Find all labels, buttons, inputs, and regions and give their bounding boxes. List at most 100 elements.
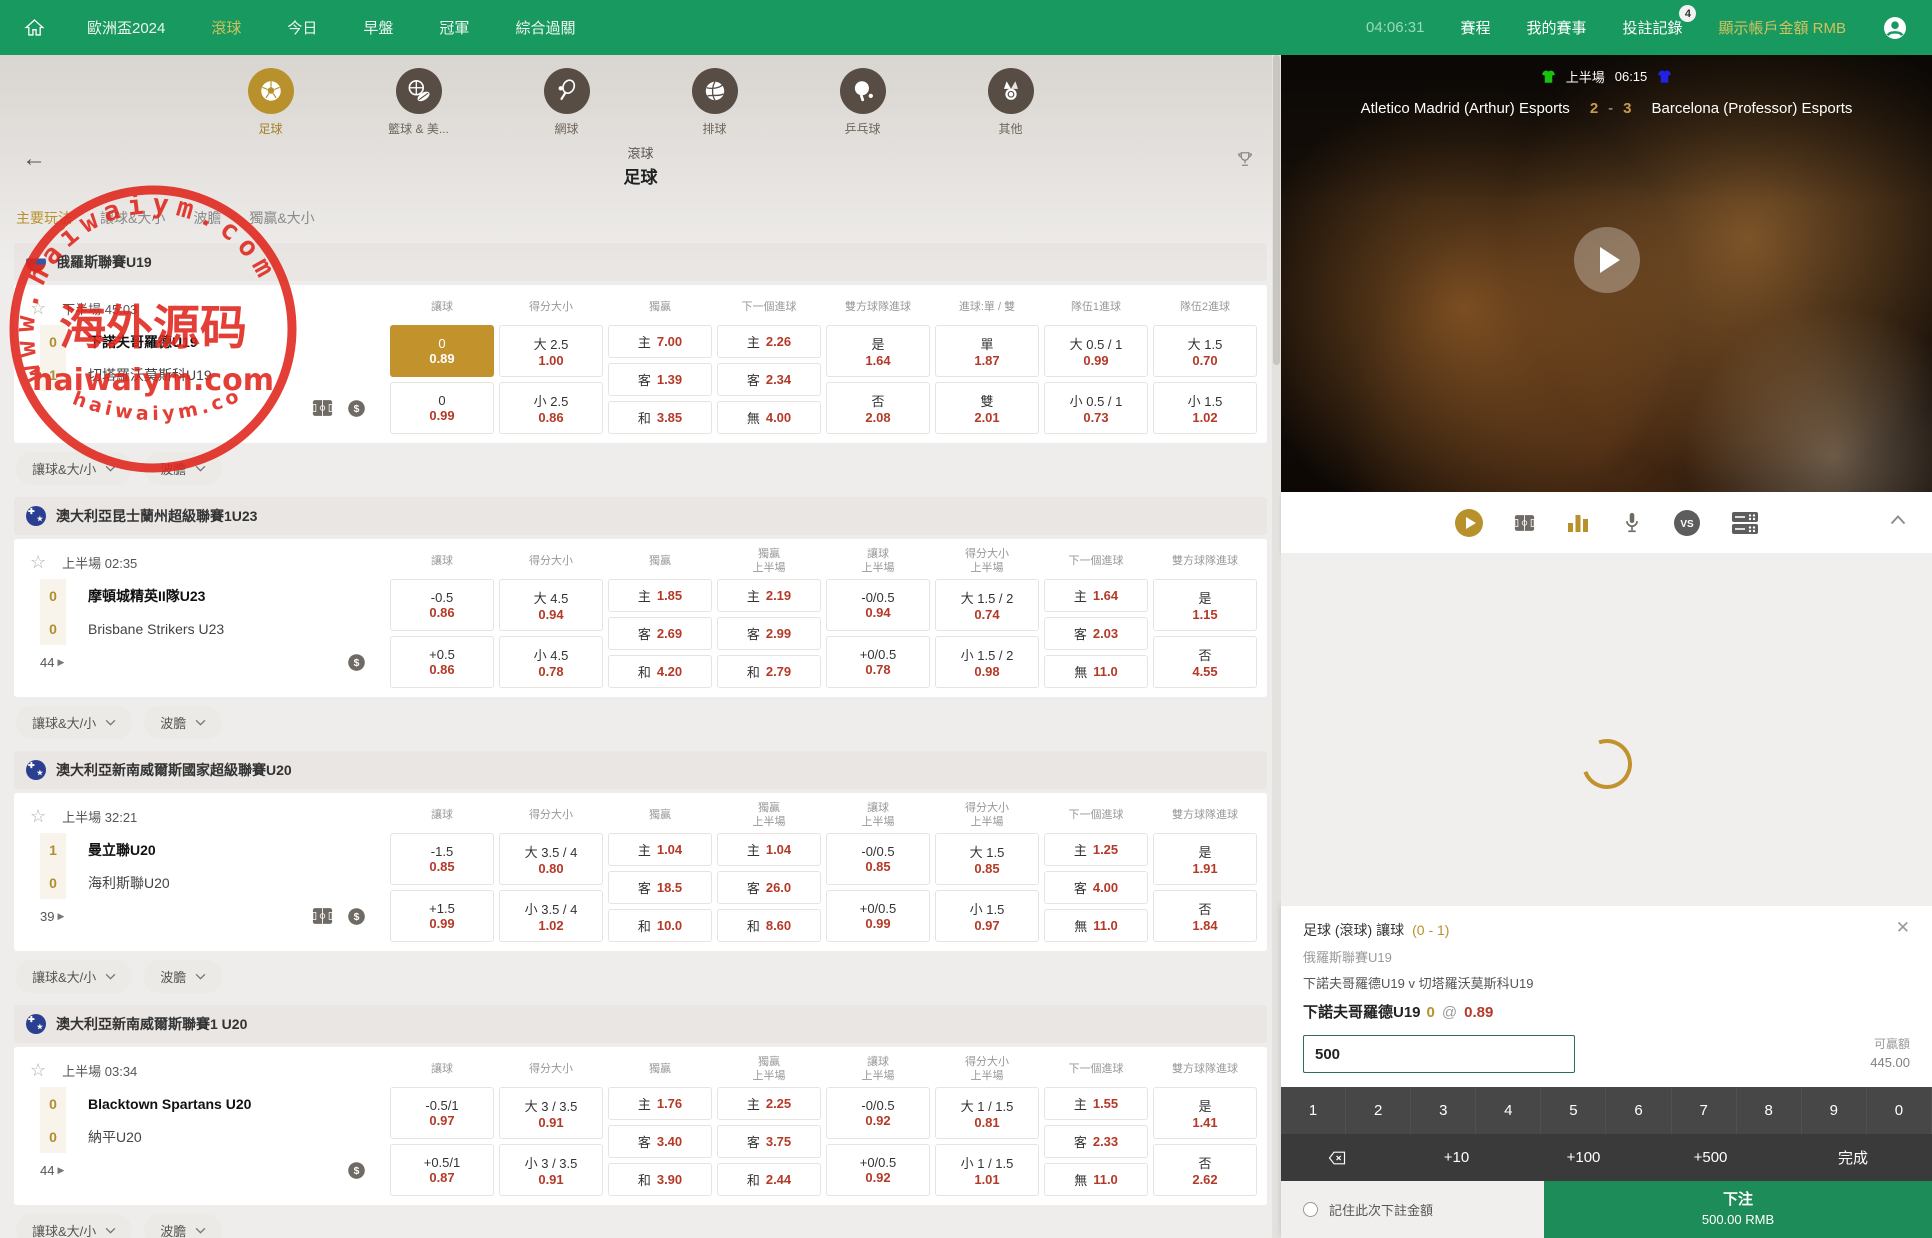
sport-tab-medal[interactable]: 其他 [965,68,1057,137]
play-tool-icon[interactable] [1454,508,1484,538]
odds-cell[interactable]: 是1.41 [1153,1087,1257,1139]
odds-cell[interactable]: 小 1.5 / 20.98 [935,636,1039,688]
scrollbar-thumb[interactable] [1273,55,1280,365]
odds-cell[interactable]: 是1.15 [1153,579,1257,631]
backspace-key[interactable] [1281,1148,1393,1168]
favorite-star-icon[interactable]: ☆ [30,807,46,825]
odds-cell[interactable]: 主2.25 [717,1087,821,1120]
favorite-star-icon[interactable]: ☆ [30,299,46,317]
odds-cell[interactable]: 大 4.50.94 [499,579,603,631]
menu-item-冠軍[interactable]: 冠軍 [439,17,469,38]
odds-cell[interactable]: +0.50.86 [390,636,494,688]
quick-add-10[interactable]: +10 [1393,1149,1520,1166]
odds-cell[interactable]: 客4.00 [1044,871,1148,904]
filter-pill-handicap[interactable]: 讓球&大/小 [16,452,132,485]
odds-cell[interactable]: 大 0.5 / 10.99 [1044,325,1148,377]
odds-cell[interactable]: -0.50.86 [390,579,494,631]
filter-pill-correct-score[interactable]: 波膽 [144,960,222,993]
numpad-key-9[interactable]: 9 [1802,1087,1867,1134]
odds-cell[interactable]: 客18.5 [608,871,712,904]
odds-cell[interactable]: 和10.0 [608,909,712,942]
pitch-icon[interactable] [312,907,333,925]
odds-cell[interactable]: -0/0.50.92 [826,1087,930,1139]
odds-cell[interactable]: +0.5/10.87 [390,1144,494,1196]
chart-tool-icon[interactable] [1565,511,1591,535]
odds-cell[interactable]: 是1.64 [826,325,930,377]
odds-cell[interactable]: -0/0.50.85 [826,833,930,885]
odds-cell[interactable]: 客2.33 [1044,1125,1148,1158]
numpad-key-0[interactable]: 0 [1867,1087,1932,1134]
tab-讓球&大小[interactable]: 讓球&大小 [100,208,165,228]
money-icon[interactable]: $ [347,399,366,418]
odds-cell[interactable]: 大 3.5 / 40.80 [499,833,603,885]
odds-cell[interactable]: 無11.0 [1044,1163,1148,1196]
odds-cell[interactable]: 主1.76 [608,1087,712,1120]
money-icon[interactable]: $ [347,907,366,926]
scrollbar[interactable] [1272,55,1281,1238]
odds-cell[interactable]: 大 1 / 1.50.81 [935,1087,1039,1139]
pitch-tool-icon[interactable] [1514,514,1535,532]
odds-cell[interactable]: 否2.62 [1153,1144,1257,1196]
odds-cell[interactable]: 小 3.5 / 41.02 [499,890,603,942]
odds-cell[interactable]: 小 1 / 1.51.01 [935,1144,1039,1196]
odds-cell[interactable]: 小 1.50.97 [935,890,1039,942]
odds-cell[interactable]: 客2.03 [1044,617,1148,650]
odds-cell[interactable]: 小 1.51.02 [1153,382,1257,434]
odds-cell[interactable]: 和2.44 [717,1163,821,1196]
nav-bet-records[interactable]: 投註記錄 4 [1622,17,1682,38]
favorite-star-icon[interactable]: ☆ [30,1061,46,1079]
odds-cell[interactable]: 小 4.50.78 [499,636,603,688]
odds-cell[interactable]: 小 3 / 3.50.91 [499,1144,603,1196]
more-markets-link[interactable]: 44▶ [40,655,64,670]
odds-cell[interactable]: 主2.19 [717,579,821,612]
odds-cell[interactable]: 和8.60 [717,909,821,942]
odds-cell[interactable]: 主7.00 [608,325,712,358]
menu-item-早盤[interactable]: 早盤 [363,17,393,38]
odds-cell[interactable]: 主1.04 [717,833,821,866]
odds-cell[interactable]: 和4.20 [608,655,712,688]
odds-cell[interactable]: 客2.99 [717,617,821,650]
odds-cell[interactable]: 無11.0 [1044,655,1148,688]
odds-cell[interactable]: +0/0.50.78 [826,636,930,688]
odds-cell[interactable]: 主1.85 [608,579,712,612]
odds-cell[interactable]: -0.5/10.97 [390,1087,494,1139]
show-balance-toggle[interactable]: 顯示帳戶金額 RMB [1718,17,1846,38]
odds-cell[interactable]: 和2.79 [717,655,821,688]
odds-cell[interactable]: 大 1.50.85 [935,833,1039,885]
odds-cell[interactable]: 大 2.51.00 [499,325,603,377]
back-arrow-icon[interactable]: ← [22,147,46,171]
stake-input[interactable] [1303,1035,1575,1073]
sport-tab-tennis[interactable]: 網球 [521,68,613,137]
money-icon[interactable]: $ [347,1161,366,1180]
odds-cell[interactable]: 和3.85 [608,401,712,434]
betslip-close-icon[interactable]: ✕ [1896,918,1910,938]
odds-cell[interactable]: 主1.04 [608,833,712,866]
video-play-button[interactable] [1574,227,1640,293]
filter-pill-correct-score[interactable]: 波膽 [144,1214,222,1238]
odds-cell[interactable]: 大 3 / 3.50.91 [499,1087,603,1139]
sport-tab-football[interactable]: 足球 [225,68,317,137]
nav-my-events[interactable]: 我的賽事 [1526,17,1586,38]
odds-cell[interactable]: 否4.55 [1153,636,1257,688]
live-video-player[interactable]: 上半場 06:15 Atletico Madrid (Arthur) Espor… [1281,55,1932,492]
filter-pill-correct-score[interactable]: 波膽 [144,452,222,485]
odds-cell[interactable]: 00.89 [390,325,494,377]
odds-cell[interactable]: 和3.90 [608,1163,712,1196]
filter-pill-handicap[interactable]: 讓球&大/小 [16,960,132,993]
numpad-key-6[interactable]: 6 [1606,1087,1671,1134]
account-avatar[interactable] [1882,15,1908,41]
home-icon[interactable] [24,17,45,38]
numpad-key-4[interactable]: 4 [1476,1087,1541,1134]
numpad-done-button[interactable]: 完成 [1774,1147,1932,1168]
odds-cell[interactable]: 小 0.5 / 10.73 [1044,382,1148,434]
odds-cell[interactable]: 小 2.50.86 [499,382,603,434]
odds-cell[interactable]: 主1.25 [1044,833,1148,866]
menu-item-歐洲盃2024[interactable]: 歐洲盃2024 [87,17,165,38]
odds-cell[interactable]: 主2.26 [717,325,821,358]
collapse-chevron-icon[interactable] [1890,512,1906,530]
tab-主要玩法[interactable]: 主要玩法 [16,208,72,228]
odds-cell[interactable]: 大 1.50.70 [1153,325,1257,377]
odds-cell[interactable]: 大 1.5 / 20.74 [935,579,1039,631]
sport-tab-volleyball[interactable]: 排球 [669,68,761,137]
numpad-key-7[interactable]: 7 [1672,1087,1737,1134]
